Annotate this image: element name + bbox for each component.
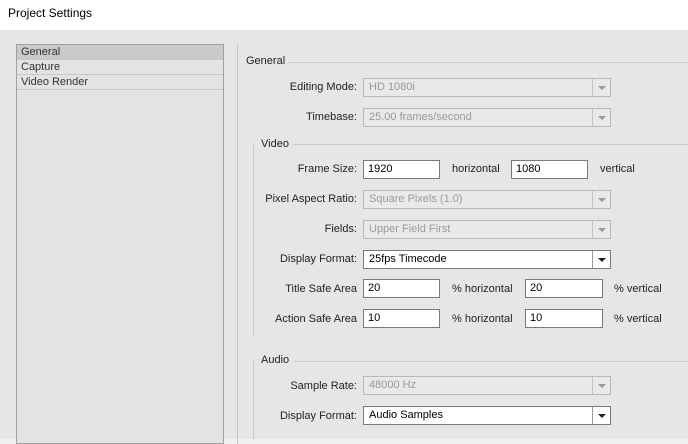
category-general[interactable]: General [17, 45, 223, 60]
title-safe-h-input[interactable]: 20 [363, 279, 440, 298]
sample-rate-label: Sample Rate: [290, 380, 357, 392]
video-divider [293, 144, 688, 145]
fields-select[interactable]: Upper Field First [363, 220, 611, 239]
chevron-down-icon [592, 251, 610, 268]
pixel-aspect-value: Square Pixels (1.0) [369, 193, 463, 205]
action-safe-label: Action Safe Area [275, 313, 357, 325]
chevron-down-icon [592, 191, 610, 208]
title-safe-h-unit: % horizontal [452, 283, 513, 295]
category-capture[interactable]: Capture [17, 60, 223, 75]
action-safe-h-unit: % horizontal [452, 313, 513, 325]
timebase-label: Timebase: [306, 111, 357, 123]
audio-display-format-label: Display Format: [279, 410, 357, 422]
window-title: Project Settings [8, 6, 93, 20]
video-section-label: Video [261, 138, 289, 150]
category-video-render[interactable]: Video Render [17, 75, 223, 90]
chevron-down-icon [592, 221, 610, 238]
sample-rate-select[interactable]: 48000 Hz [363, 376, 611, 395]
action-safe-h-input[interactable]: 10 [363, 309, 440, 328]
fields-label: Fields: [324, 223, 357, 235]
display-format-select[interactable]: 25fps Timecode [363, 250, 611, 269]
audio-display-format-select[interactable]: Audio Samples [363, 406, 611, 425]
title-safe-v-input[interactable]: 20 [525, 279, 603, 298]
timebase-select[interactable]: 25.00 frames/second [363, 108, 611, 127]
panel-divider [237, 44, 238, 444]
editing-mode-label: Editing Mode: [289, 81, 357, 93]
frame-height-input[interactable]: 1080 [511, 160, 588, 179]
chevron-down-icon [592, 79, 610, 96]
display-format-label: Display Format: [279, 253, 357, 265]
display-format-value: 25fps Timecode [369, 253, 447, 265]
title-bar: Project Settings [0, 0, 688, 30]
dialog-body: General Capture Video Render General Edi… [0, 30, 688, 444]
frame-height-unit: vertical [600, 163, 635, 175]
audio-group-border [253, 361, 254, 439]
timebase-value: 25.00 frames/second [369, 111, 472, 123]
fields-value: Upper Field First [369, 223, 451, 235]
chevron-down-icon [592, 377, 610, 394]
chevron-down-icon [592, 109, 610, 126]
frame-size-label: Frame Size: [297, 163, 357, 175]
category-list[interactable]: General Capture Video Render [16, 44, 224, 444]
general-section-label: General [246, 55, 286, 67]
frame-width-unit: horizontal [452, 163, 500, 175]
audio-divider [294, 361, 688, 362]
chevron-down-icon [592, 407, 610, 424]
action-safe-v-input[interactable]: 10 [525, 309, 603, 328]
action-safe-v-unit: % vertical [614, 313, 662, 325]
title-safe-label: Title Safe Area [285, 283, 357, 295]
audio-section-label: Audio [261, 354, 290, 366]
general-divider [289, 62, 688, 63]
frame-width-input[interactable]: 1920 [363, 160, 440, 179]
pixel-aspect-label: Pixel Aspect Ratio: [265, 193, 357, 205]
title-safe-v-unit: % vertical [614, 283, 662, 295]
editing-mode-select[interactable]: HD 1080i [363, 78, 611, 97]
sample-rate-value: 48000 Hz [369, 379, 417, 391]
pixel-aspect-select[interactable]: Square Pixels (1.0) [363, 190, 611, 209]
editing-mode-value: HD 1080i [369, 81, 415, 93]
audio-display-format-value: Audio Samples [369, 409, 443, 421]
